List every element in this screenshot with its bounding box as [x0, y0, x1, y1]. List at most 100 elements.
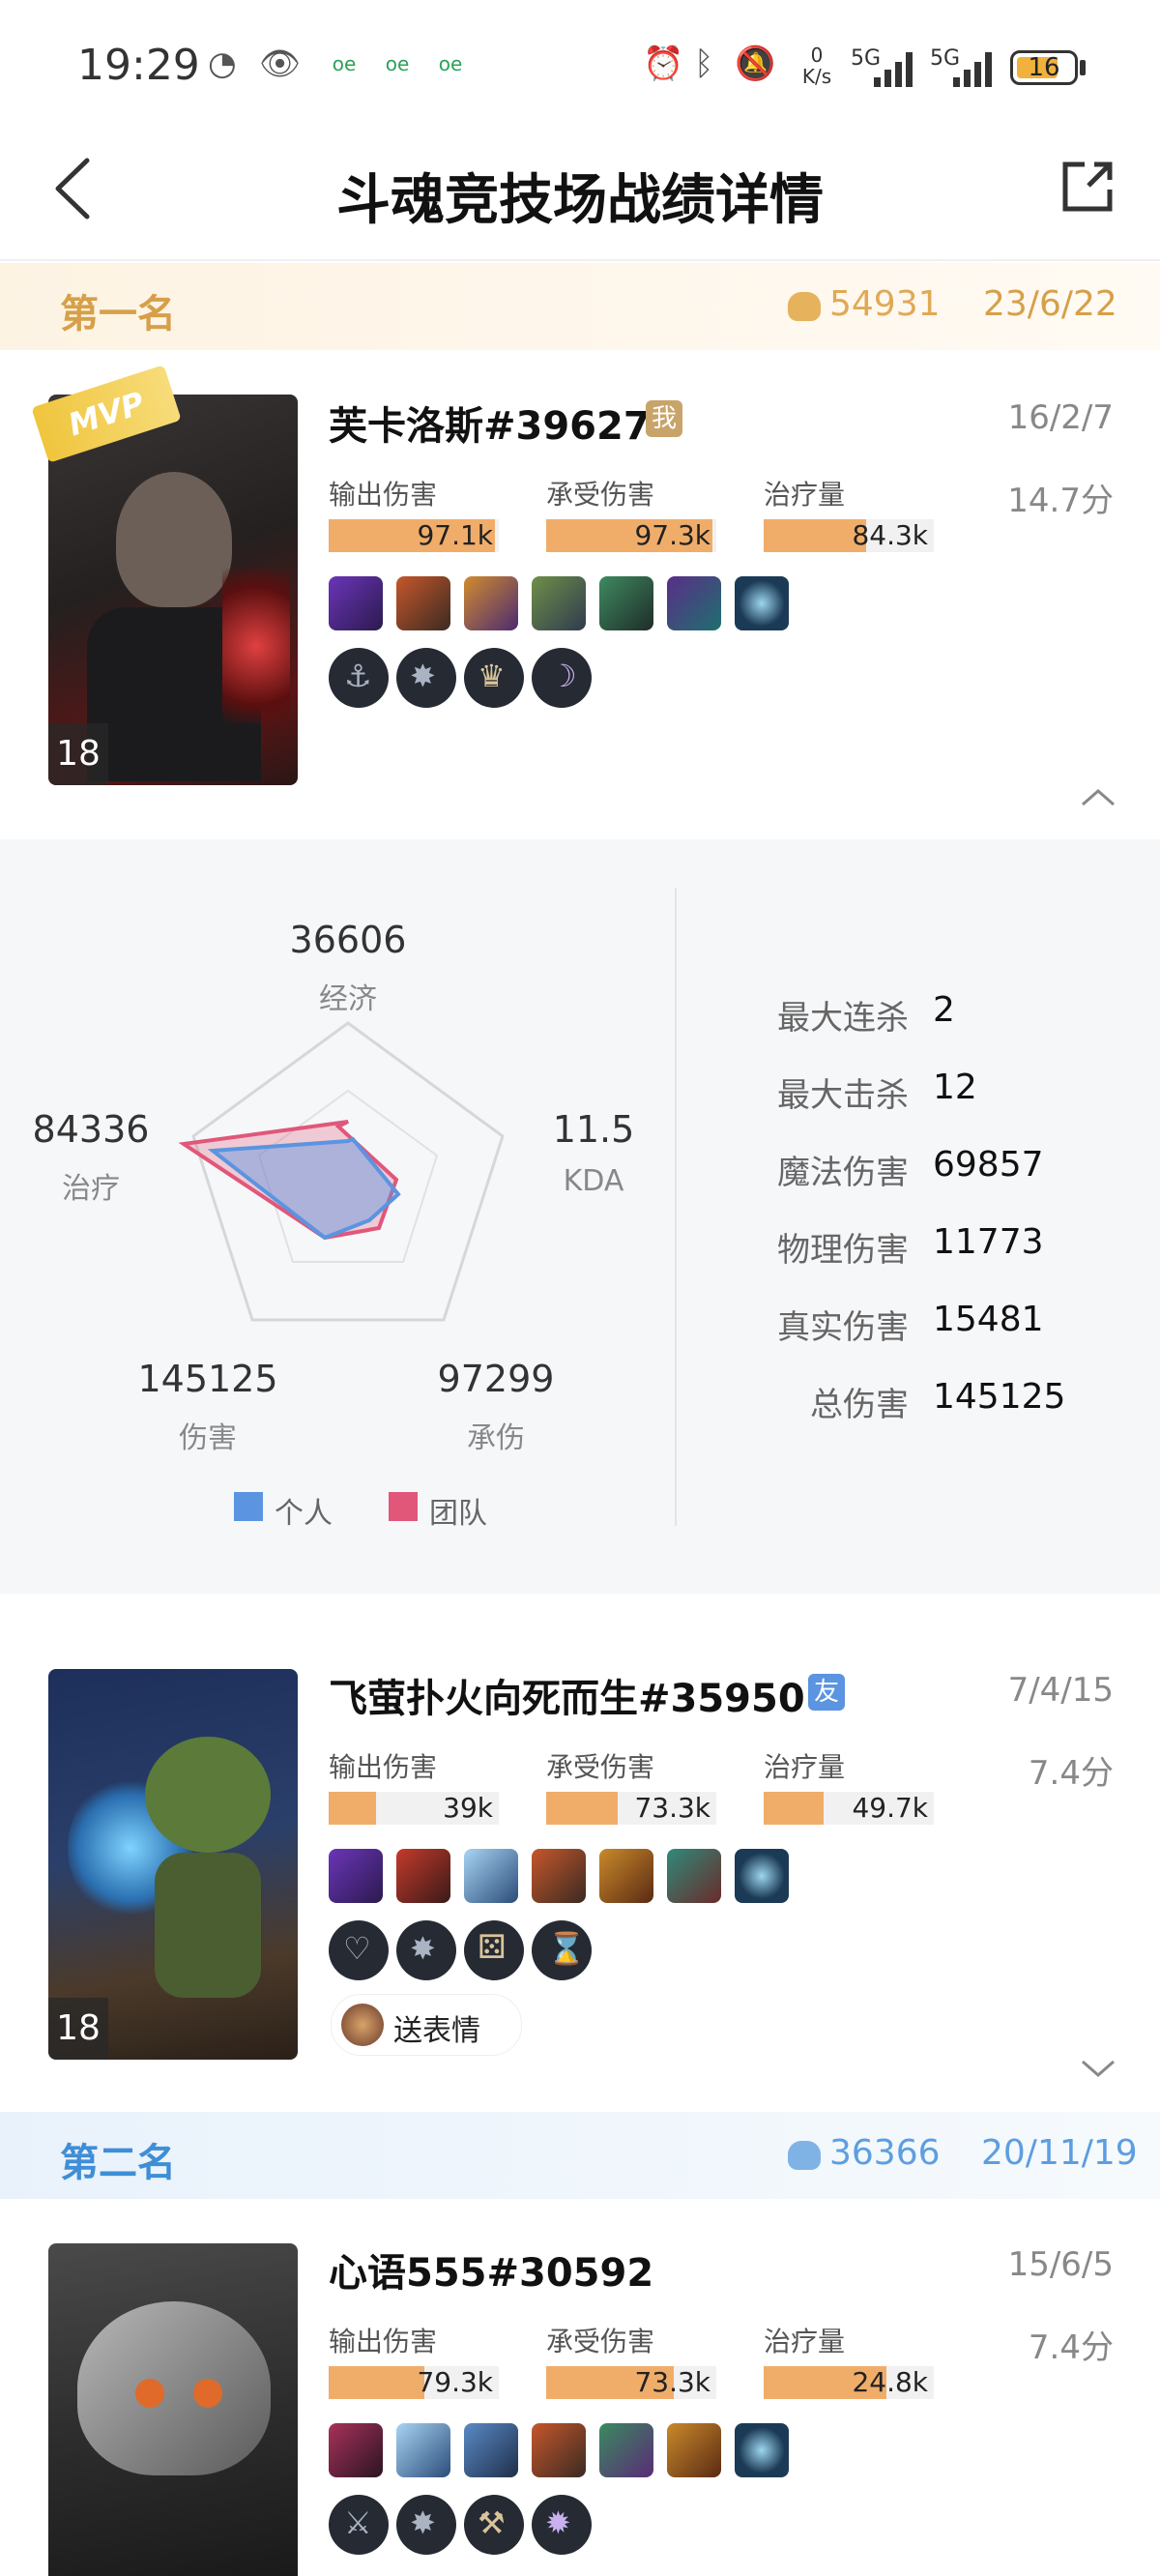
item-icon[interactable]: [396, 576, 450, 630]
player-score: 7.4分: [1028, 1754, 1114, 1793]
rune-hourglass-icon[interactable]: ⌛: [532, 1920, 592, 1980]
app-badge-icon: oe: [438, 52, 463, 75]
item-icon[interactable]: [464, 576, 518, 630]
damage-label: 输出伤害: [329, 2326, 438, 2357]
item-icon[interactable]: [599, 576, 653, 630]
item-icon[interactable]: [532, 1849, 586, 1903]
detail-label: 魔法伤害: [777, 1154, 909, 1192]
champion-portrait[interactable]: [48, 2243, 298, 2576]
heal-bar-fill: [764, 519, 866, 552]
expand-chevron-icon[interactable]: [1079, 2058, 1117, 2081]
rune-anchor-icon[interactable]: ⚓: [329, 648, 389, 708]
champion-eye: [193, 2379, 222, 2408]
rune-orb-icon[interactable]: ☽: [532, 648, 592, 708]
rune-axe-icon[interactable]: ⚒: [464, 2495, 524, 2555]
rune-burst-icon[interactable]: ✸: [396, 648, 456, 708]
ward-item-icon[interactable]: [735, 1849, 789, 1903]
rune-sword-icon[interactable]: ⚔: [329, 2495, 389, 2555]
radar-heal-label: 治疗: [62, 1172, 120, 1206]
share-icon[interactable]: [1059, 159, 1116, 215]
taken-label: 承受伤害: [546, 479, 655, 511]
detail-label: 真实伤害: [777, 1308, 909, 1347]
item-icon[interactable]: [667, 2423, 721, 2477]
champion-portrait[interactable]: 18: [48, 1669, 298, 2060]
taken-label: 承受伤害: [546, 2326, 655, 2357]
detail-label: 物理伤害: [777, 1231, 909, 1270]
me-tag: 我: [646, 400, 682, 437]
collapse-chevron-icon[interactable]: [1079, 785, 1117, 808]
rune-burst-icon[interactable]: ✸: [396, 1920, 456, 1980]
damage-bar-fill: [329, 1792, 377, 1825]
player-name[interactable]: 芙卡洛斯#39627: [329, 395, 651, 451]
item-icon[interactable]: [396, 2423, 450, 2477]
rune-heart-icon[interactable]: ♡: [329, 1920, 389, 1980]
champion-face: [77, 2301, 271, 2475]
damage-value: 39k: [443, 1792, 493, 1824]
item-icon[interactable]: [464, 2423, 518, 2477]
detail-label: 总伤害: [810, 1386, 909, 1424]
rune-star-icon[interactable]: ✹: [532, 2495, 592, 2555]
send-emote-label: 送表情: [393, 2014, 480, 2048]
item-icon[interactable]: [667, 576, 721, 630]
heal-bar: 84.3k: [764, 519, 934, 552]
rank-coins: 54931: [829, 284, 941, 324]
friend-tag: 友: [808, 1674, 845, 1711]
detail-value: 145125: [933, 1377, 1066, 1417]
rune-dice-icon[interactable]: ⚄: [464, 1920, 524, 1980]
item-icon[interactable]: [532, 576, 586, 630]
rune-burst-icon[interactable]: ✸: [396, 2495, 456, 2555]
emote-icon: [341, 2004, 384, 2046]
heal-label: 治疗量: [764, 1751, 846, 1783]
battery-icon: 16: [1010, 50, 1078, 85]
battery-percent: 16: [1028, 53, 1060, 82]
rank-date: 20/11/19: [981, 2133, 1138, 2173]
item-icon[interactable]: [667, 1849, 721, 1903]
champion-face: [116, 472, 232, 607]
taken-bar: 73.3k: [546, 1792, 716, 1825]
player-kda: 7/4/15: [1007, 1671, 1114, 1710]
detail-label: 最大连杀: [777, 999, 909, 1038]
taken-bar-fill: [546, 1792, 618, 1825]
radar-kda-label: KDA: [563, 1164, 624, 1198]
panel-divider: [675, 888, 677, 1526]
taken-bar: 73.3k: [546, 2366, 716, 2399]
damage-label: 输出伤害: [329, 1751, 438, 1783]
item-icon[interactable]: [329, 2423, 383, 2477]
radar-economy-value: 36606: [289, 919, 407, 961]
net-speed-value: 0: [810, 44, 824, 67]
damage-bar-fill: [329, 2366, 424, 2399]
item-icon[interactable]: [396, 1849, 450, 1903]
rune-crown-icon[interactable]: ♛: [464, 648, 524, 708]
item-icon[interactable]: [599, 2423, 653, 2477]
champion-level: 18: [48, 723, 108, 785]
app-badge-icon: oe: [385, 52, 410, 75]
damage-value: 79.3k: [417, 2366, 493, 2398]
rank-banner-second: 第二名 36366 20/11/19: [0, 2112, 1160, 2199]
send-emote-button[interactable]: 送表情: [331, 1994, 522, 2056]
item-icon[interactable]: [599, 1849, 653, 1903]
ward-item-icon[interactable]: [735, 576, 789, 630]
legend-personal-label: 个人: [275, 1497, 333, 1531]
damage-bar: 79.3k: [329, 2366, 499, 2399]
player-name[interactable]: 飞萤扑火向死而生#35950: [329, 1667, 805, 1723]
detail-value: 69857: [933, 1145, 1044, 1185]
battery-tip: [1080, 60, 1086, 75]
champion-level: 18: [48, 1998, 108, 2060]
ward-item-icon[interactable]: [735, 2423, 789, 2477]
champion-body: [155, 1853, 261, 1998]
player-name[interactable]: 心语555#30592: [329, 2241, 653, 2298]
item-icon[interactable]: [329, 1849, 383, 1903]
rank-label: 第二名: [60, 2141, 176, 2185]
detail-value: 15481: [933, 1300, 1044, 1339]
radar-taken-value: 97299: [437, 1358, 555, 1400]
champion-face: [145, 1737, 271, 1853]
legend-team-label: 团队: [429, 1497, 487, 1531]
net-speed-unit: K/s: [801, 65, 832, 88]
header-divider: [0, 259, 1160, 261]
item-icon[interactable]: [532, 2423, 586, 2477]
mute-icon: 🔕: [735, 44, 776, 83]
item-icon[interactable]: [464, 1849, 518, 1903]
item-icon[interactable]: [329, 576, 383, 630]
status-bar: 19:29 ◔ 👁 oe oe oe ⏰ ᛒ 🔕 0 K/s 5G 5G 16: [0, 0, 1160, 135]
champion-portrait[interactable]: 18: [48, 395, 298, 785]
